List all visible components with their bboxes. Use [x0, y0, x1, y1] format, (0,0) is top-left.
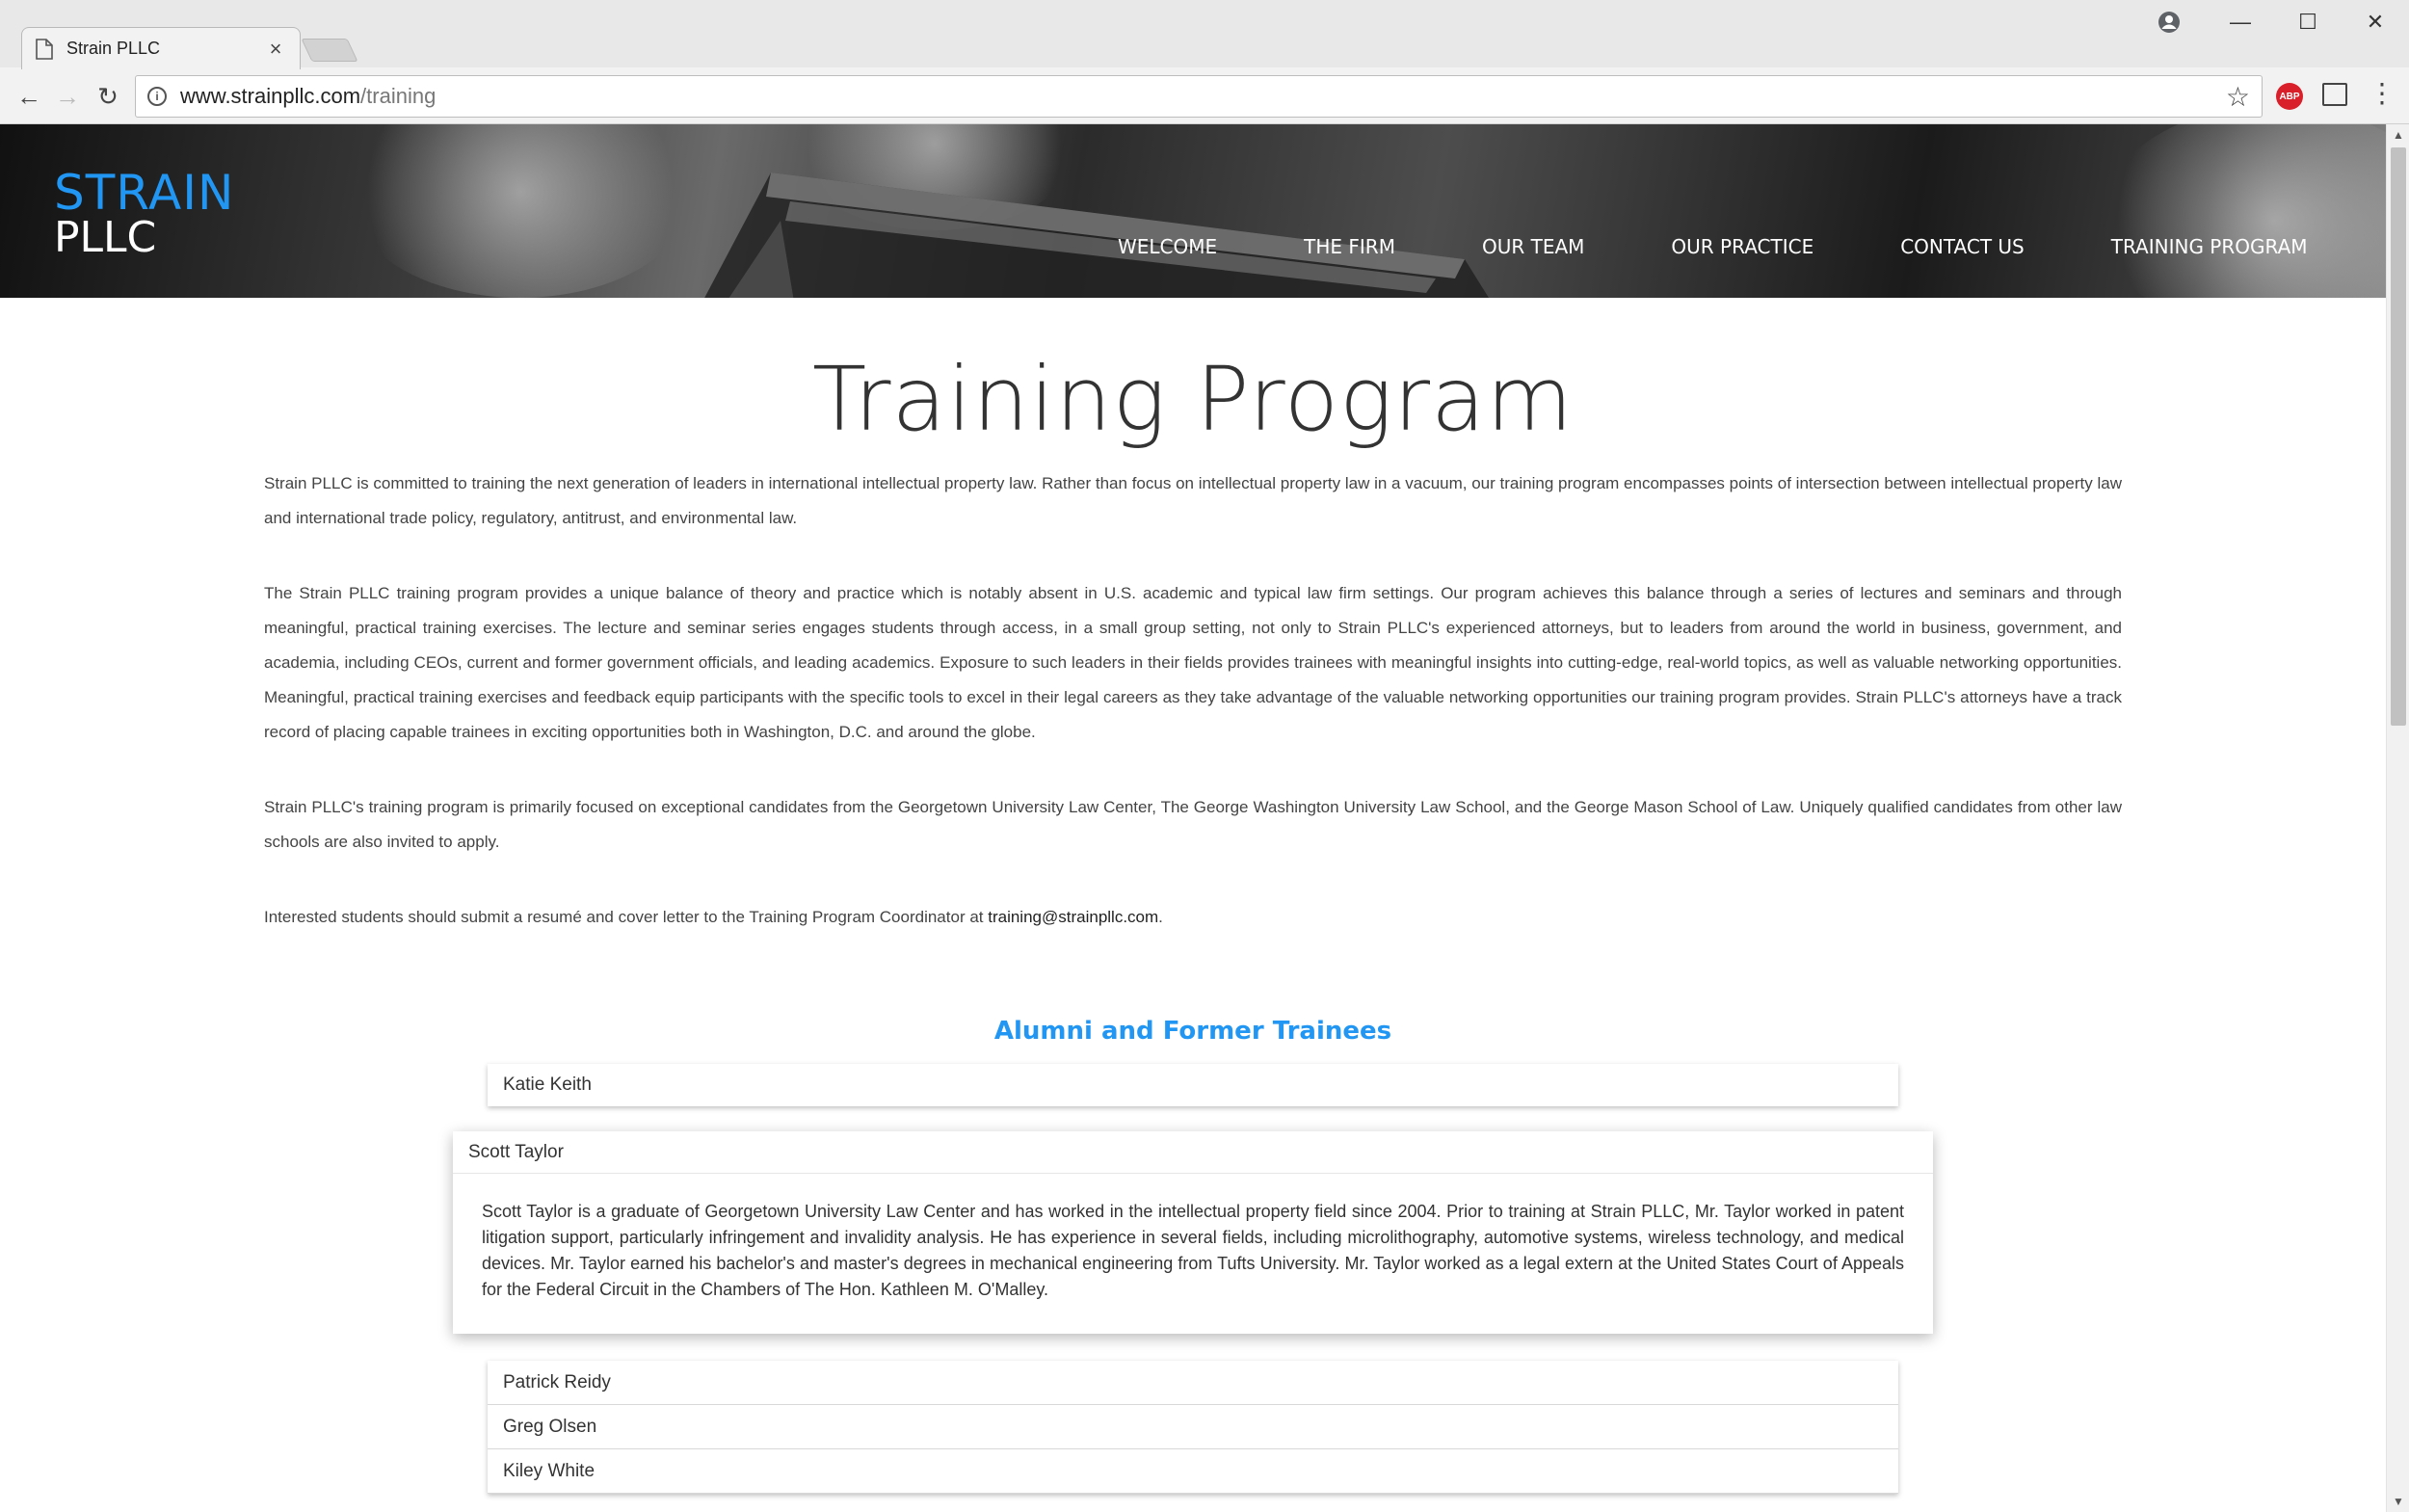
intro-content: Strain PLLC is committed to training the…: [264, 466, 2122, 975]
logo-strain: STRAIN: [54, 165, 235, 221]
alumni-name[interactable]: Scott Taylor: [453, 1131, 1933, 1174]
alumni-name[interactable]: Kiley White: [488, 1449, 1898, 1494]
alumni-accordion-item[interactable]: Katie Keith: [488, 1064, 1898, 1106]
scroll-down-arrow-icon[interactable]: ▼: [2387, 1491, 2409, 1512]
browser-menu-icon[interactable]: ⋮: [2369, 79, 2396, 112]
browser-chrome: Strain PLLC × — ☐ ✕ ← → ↻ i www.strainpl…: [0, 0, 2409, 124]
site-logo[interactable]: STRAIN PLLC: [54, 169, 234, 259]
site-header: STRAIN PLLC WELCOME THE FIRM OUR TEAM OU…: [0, 124, 2386, 298]
alumni-name[interactable]: Katie Keith: [488, 1064, 1898, 1106]
reload-button[interactable]: ↻: [89, 77, 127, 116]
profile-icon[interactable]: [2157, 10, 2182, 35]
header-cloud: [347, 124, 694, 298]
alumni-accordion-item-open[interactable]: Scott Taylor Scott Taylor is a graduate …: [453, 1131, 1933, 1334]
minimize-button[interactable]: —: [2207, 0, 2274, 44]
info-icon[interactable]: i: [147, 87, 167, 106]
page-viewport: STRAIN PLLC WELCOME THE FIRM OUR TEAM OU…: [0, 124, 2386, 1512]
coordinator-email-link[interactable]: training@strainpllc.com: [988, 908, 1158, 926]
page-icon: [36, 38, 53, 60]
program-paragraph: The Strain PLLC training program provide…: [264, 584, 2122, 741]
address-bar[interactable]: i www.strainpllc.com/training ☆: [135, 75, 2263, 118]
window-controls: — ☐ ✕: [2207, 0, 2409, 44]
page-scrollbar[interactable]: ▲ ▼: [2386, 124, 2409, 1512]
tab-strip: Strain PLLC × — ☐ ✕: [0, 0, 2409, 69]
logo-pllc: PLLC: [54, 213, 157, 262]
close-window-button[interactable]: ✕: [2342, 0, 2409, 44]
alumni-name[interactable]: Greg Olsen: [488, 1405, 1898, 1449]
browser-tab[interactable]: Strain PLLC ×: [21, 27, 301, 69]
bookmark-star-icon[interactable]: ☆: [2226, 81, 2250, 113]
header-cloud: [2101, 124, 2386, 298]
tab-title: Strain PLLC: [66, 39, 161, 58]
main-nav: WELCOME THE FIRM OUR TEAM OUR PRACTICE C…: [1118, 235, 2308, 258]
alumni-accordion-list: Patrick Reidy Greg Olsen Kiley White: [488, 1361, 1898, 1494]
alumni-heading: Alumni and Former Trainees: [993, 1017, 1392, 1046]
forward-button[interactable]: →: [48, 77, 87, 116]
scrollbar-thumb[interactable]: [2391, 147, 2406, 726]
nav-our-team[interactable]: OUR TEAM: [1482, 235, 1584, 258]
url-text[interactable]: www.strainpllc.com/training: [180, 84, 2226, 109]
nav-our-practice[interactable]: OUR PRACTICE: [1671, 235, 1813, 258]
page-title: Training Program: [811, 348, 1575, 451]
candidates-paragraph: Strain PLLC's training program is primar…: [264, 798, 2122, 851]
alumni-bio: Scott Taylor is a graduate of Georgetown…: [482, 1202, 1904, 1299]
browser-toolbar: ← → ↻ i www.strainpllc.com/training ☆ AB…: [0, 69, 2409, 123]
tab-close-icon[interactable]: ×: [265, 37, 286, 62]
new-tab-button[interactable]: [301, 39, 358, 62]
adblock-extension-icon[interactable]: ABP: [2276, 83, 2303, 110]
nav-the-firm[interactable]: THE FIRM: [1304, 235, 1395, 258]
apply-paragraph: Interested students should submit a resu…: [264, 908, 1163, 926]
nav-welcome[interactable]: WELCOME: [1118, 235, 1217, 258]
building-image: [704, 172, 1489, 298]
back-button[interactable]: ←: [10, 77, 48, 116]
scroll-up-arrow-icon[interactable]: ▲: [2387, 124, 2409, 146]
alumni-name[interactable]: Patrick Reidy: [488, 1361, 1898, 1405]
nav-contact-us[interactable]: CONTACT US: [1900, 235, 2025, 258]
intro-paragraph: Strain PLLC is committed to training the…: [264, 474, 2122, 527]
cast-icon[interactable]: [2322, 83, 2347, 106]
nav-training-program[interactable]: TRAINING PROGRAM: [2111, 235, 2308, 258]
maximize-button[interactable]: ☐: [2274, 0, 2342, 44]
